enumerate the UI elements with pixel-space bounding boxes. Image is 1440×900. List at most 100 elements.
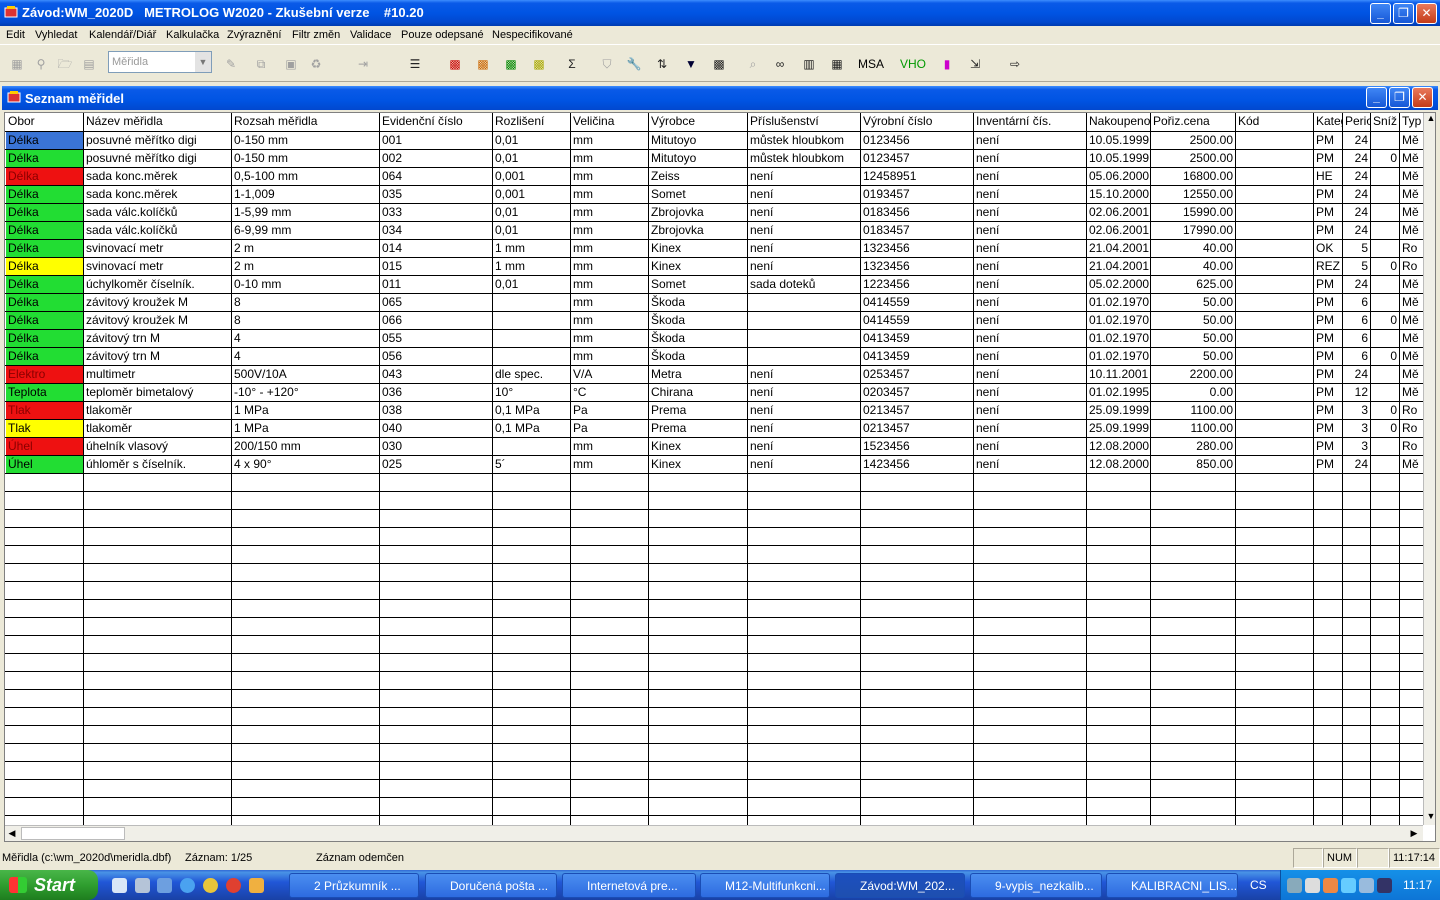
cell-nak[interactable]: 10.05.1999 <box>1087 132 1150 149</box>
bar-chart-icon[interactable]: ▮ <box>935 53 959 75</box>
find-record-icon[interactable]: ▩ <box>707 53 731 75</box>
cell-rozsah[interactable]: 1-1,009 <box>232 186 379 203</box>
cell-vyrc[interactable]: 0183457 <box>861 222 973 239</box>
cell-vel[interactable]: mm <box>571 294 648 311</box>
cell-kat[interactable]: PM <box>1314 222 1342 239</box>
cell-cena[interactable]: 17990.00 <box>1151 222 1235 239</box>
cell-nazev[interactable]: závitový trn M <box>84 330 231 347</box>
cell-vel[interactable]: Pa <box>571 402 648 419</box>
cell-vyr[interactable]: Kinex <box>649 456 747 473</box>
cell-kod[interactable] <box>1236 276 1313 293</box>
cell-rozsah[interactable]: 8 <box>232 312 379 329</box>
cell-kod[interactable] <box>1236 294 1313 311</box>
cell-rozsah[interactable]: 6-9,99 mm <box>232 222 379 239</box>
cell-kat[interactable]: PM <box>1314 132 1342 149</box>
cell-vyrc[interactable]: 0413459 <box>861 348 973 365</box>
cell-nak[interactable]: 12.08.2000 <box>1087 456 1150 473</box>
cell-nak[interactable]: 25.09.1999 <box>1087 420 1150 437</box>
cell-cena[interactable]: 40.00 <box>1151 240 1235 257</box>
menu-vyhledat[interactable]: Vyhledat <box>35 29 77 41</box>
cell-rozl[interactable]: 5´ <box>493 456 570 473</box>
cell-typ[interactable]: Mě <box>1400 168 1423 185</box>
cell-obor[interactable]: Délka <box>6 294 83 311</box>
cell-kod[interactable] <box>1236 168 1313 185</box>
cell-typ[interactable]: Mě <box>1400 204 1423 221</box>
cell-rozl[interactable] <box>493 348 570 365</box>
cell-kat[interactable]: PM <box>1314 204 1342 221</box>
cell-kat[interactable]: PM <box>1314 402 1342 419</box>
cell-per[interactable]: 24 <box>1343 204 1370 221</box>
cell-vel[interactable]: mm <box>571 186 648 203</box>
cell-nak[interactable]: 12.08.2000 <box>1087 438 1150 455</box>
cell-evid[interactable]: 033 <box>380 204 492 221</box>
cell-sniz[interactable]: 0 <box>1371 420 1399 437</box>
cell-prisl[interactable]: není <box>748 186 860 203</box>
cell-vel[interactable]: Pa <box>571 420 648 437</box>
cell-inv[interactable]: není <box>974 456 1086 473</box>
cell-nak[interactable]: 25.09.1999 <box>1087 402 1150 419</box>
cell-per[interactable]: 24 <box>1343 186 1370 203</box>
cell-kod[interactable] <box>1236 258 1313 275</box>
cell-vyrc[interactable]: 0413459 <box>861 330 973 347</box>
cell-cena[interactable]: 625.00 <box>1151 276 1235 293</box>
cell-rozsah[interactable]: -10° - +120° <box>232 384 379 401</box>
grid-icon[interactable]: ▦ <box>5 53 29 75</box>
cell-inv[interactable]: není <box>974 384 1086 401</box>
calendar-orange-icon[interactable]: ▩ <box>471 53 495 75</box>
cell-prisl[interactable]: není <box>748 384 860 401</box>
cell-vel[interactable]: mm <box>571 312 648 329</box>
cell-rozl[interactable]: dle spec. <box>493 366 570 383</box>
sort-icon[interactable]: ⇅ <box>650 53 674 75</box>
cell-vyrc[interactable]: 1523456 <box>861 438 973 455</box>
cell-per[interactable]: 3 <box>1343 402 1370 419</box>
cell-sniz[interactable]: 0 <box>1371 312 1399 329</box>
cell-inv[interactable]: není <box>974 402 1086 419</box>
menu-pouze-odepsane[interactable]: Pouze odepsané <box>401 29 484 41</box>
cell-cena[interactable]: 12550.00 <box>1151 186 1235 203</box>
cell-vyrc[interactable]: 1223456 <box>861 276 973 293</box>
cell-kat[interactable]: PM <box>1314 384 1342 401</box>
cell-rozl[interactable]: 10° <box>493 384 570 401</box>
cell-per[interactable]: 24 <box>1343 150 1370 167</box>
cell-per[interactable]: 5 <box>1343 258 1370 275</box>
cell-inv[interactable]: není <box>974 420 1086 437</box>
task-zavod[interactable]: Závod:WM_202... <box>835 873 965 898</box>
cell-rozsah[interactable]: 1-5,99 mm <box>232 204 379 221</box>
cell-cena[interactable]: 50.00 <box>1151 348 1235 365</box>
cell-rozl[interactable]: 0,01 <box>493 276 570 293</box>
restore-button[interactable]: ❐ <box>1393 3 1414 24</box>
cell-obor[interactable]: Délka <box>6 168 83 185</box>
cell-nazev[interactable]: úhelník vlasový <box>84 438 231 455</box>
save-icon[interactable]: ▣ <box>279 53 303 75</box>
cell-evid[interactable]: 001 <box>380 132 492 149</box>
start-button[interactable]: Start <box>0 870 98 900</box>
cell-obor[interactable]: Teplota <box>6 384 83 401</box>
cell-kat[interactable]: HE <box>1314 168 1342 185</box>
cell-vyrc[interactable]: 0193457 <box>861 186 973 203</box>
column-header[interactable]: Typ <box>1400 113 1423 130</box>
cell-inv[interactable]: není <box>974 312 1086 329</box>
cell-obor[interactable]: Elektro <box>6 366 83 383</box>
cell-obor[interactable]: Úhel <box>6 438 83 455</box>
cell-evid[interactable]: 025 <box>380 456 492 473</box>
cell-cena[interactable]: 16800.00 <box>1151 168 1235 185</box>
child-minimize-button[interactable]: _ <box>1366 87 1387 108</box>
cell-sniz[interactable] <box>1371 276 1399 293</box>
cell-per[interactable]: 6 <box>1343 330 1370 347</box>
cell-nazev[interactable]: svinovací metr <box>84 258 231 275</box>
scroll-thumb[interactable] <box>21 827 125 840</box>
cell-prisl[interactable]: není <box>748 420 860 437</box>
cell-vel[interactable]: mm <box>571 438 648 455</box>
language-indicator[interactable]: CS <box>1250 878 1267 892</box>
copy-record-icon[interactable]: ⧉ <box>249 53 273 75</box>
cell-rozsah[interactable]: 500V/10A <box>232 366 379 383</box>
cell-vyr[interactable]: Škoda <box>649 312 747 329</box>
tray-app-icon[interactable] <box>1323 878 1338 893</box>
tray-mail-icon[interactable] <box>1341 878 1356 893</box>
cell-kod[interactable] <box>1236 204 1313 221</box>
cell-sniz[interactable] <box>1371 132 1399 149</box>
cell-cena[interactable]: 1100.00 <box>1151 420 1235 437</box>
menu-kalendar[interactable]: Kalendář/Diář <box>89 29 156 41</box>
cell-sniz[interactable] <box>1371 240 1399 257</box>
cell-sniz[interactable] <box>1371 294 1399 311</box>
